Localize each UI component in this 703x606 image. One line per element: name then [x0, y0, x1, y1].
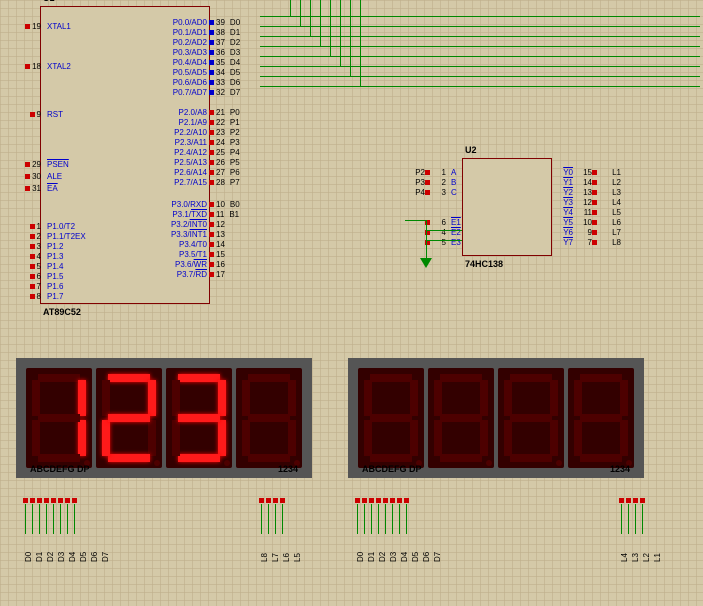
disp-pin-D1: D1 — [367, 536, 376, 562]
u1-pin-25: 25 P4 — [209, 147, 289, 157]
disp-pin-D5: D5 — [411, 536, 420, 562]
seven-seg-digit — [96, 368, 162, 468]
u1-pin-13: 13 — [209, 229, 289, 239]
disp-pin-L5: L5 — [293, 536, 302, 562]
disp-pin-D3: D3 — [389, 536, 398, 562]
seven-seg-digit — [428, 368, 494, 468]
u1-pin-P1.1/T2EX: 2 — [0, 231, 41, 241]
seven-seg-digit — [358, 368, 424, 468]
disp-pin-L2: L2 — [642, 536, 651, 562]
u1-pin-P1.6: 7 — [0, 281, 41, 291]
u1-pin-ALE: 30 — [0, 171, 41, 181]
u1-chip: U1 AT89C52 19XTAL118XTAL29RST29PSEN30ALE… — [40, 6, 210, 304]
u1-pin-21: 21 P0 — [209, 107, 289, 117]
u1-pin-P1.3: 4 — [0, 251, 41, 261]
u1-pin-34: 34 D5 — [209, 67, 289, 77]
disp-pin-D5: D5 — [79, 536, 88, 562]
u1-ref: U1 — [43, 0, 55, 3]
disp-pin-L8: L8 — [260, 536, 269, 562]
ground-symbol — [420, 258, 432, 268]
disp-pin-L7: L7 — [271, 536, 280, 562]
u1-pin-23: 23 P2 — [209, 127, 289, 137]
disp-pin-D7: D7 — [101, 536, 110, 562]
u1-pin-15: 15 — [209, 249, 289, 259]
u1-pin-26: 26 P5 — [209, 157, 289, 167]
u1-pin-33: 33 D6 — [209, 77, 289, 87]
disp-pin-D4: D4 — [68, 536, 77, 562]
u1-pin-P1.4: 5 — [0, 261, 41, 271]
u1-pin-P1.2: 3 — [0, 241, 41, 251]
disp-pin-D0: D0 — [24, 536, 33, 562]
u1-pin-38: 38 D1 — [209, 27, 289, 37]
u1-pin-RST: 9 — [0, 109, 41, 119]
seg-label-left: ABCDEFG DP — [30, 464, 90, 474]
seven-seg-digit — [498, 368, 564, 468]
dig-label-left: 1234 — [278, 464, 298, 474]
u1-pin-36: 36 D3 — [209, 47, 289, 57]
u1-pin-P1.0/T2: 1 — [0, 221, 41, 231]
u1-pin-35: 35 D4 — [209, 57, 289, 67]
disp-pin-L3: L3 — [631, 536, 640, 562]
u1-pin-XTAL2: 18 — [0, 61, 41, 71]
u1-pin-11: 11 B1 — [209, 209, 289, 219]
u1-pin-PSEN: 29 — [0, 159, 41, 169]
seven-seg-digit — [568, 368, 634, 468]
disp-pin-D6: D6 — [422, 536, 431, 562]
u1-pin-27: 27 P6 — [209, 167, 289, 177]
seven-seg-digit — [166, 368, 232, 468]
disp-pin-D7: D7 — [433, 536, 442, 562]
u1-pin-P1.5: 6 — [0, 271, 41, 281]
seven-seg-digit — [236, 368, 302, 468]
seven-seg-digit — [26, 368, 92, 468]
u1-pin-EA: 31 — [0, 183, 41, 193]
disp-pin-L1: L1 — [653, 536, 662, 562]
disp-pin-D2: D2 — [378, 536, 387, 562]
u1-pin-32: 32 D7 — [209, 87, 289, 97]
display-left: ABCDEFG DP 1234 — [16, 358, 312, 478]
u1-pin-P1.7: 8 — [0, 291, 41, 301]
u1-pin-37: 37 D2 — [209, 37, 289, 47]
disp-pin-L6: L6 — [282, 536, 291, 562]
disp-pin-D2: D2 — [46, 536, 55, 562]
u2-ref: U2 — [465, 145, 477, 155]
u2-chip: U2 74HC138 P21 AP32 BP43 C6 E14 E25 E3 Y… — [462, 158, 552, 256]
u1-part: AT89C52 — [43, 307, 81, 317]
u2-part: 74HC138 — [465, 259, 503, 269]
seg-label-right: ABCDEFG DP — [362, 464, 422, 474]
disp-pin-L4: L4 — [620, 536, 629, 562]
u1-pin-17: 17 — [209, 269, 289, 279]
disp-pin-D4: D4 — [400, 536, 409, 562]
dig-label-right: 1234 — [610, 464, 630, 474]
u1-pin-39: 39 D0 — [209, 17, 289, 27]
u1-pin-12: 12 — [209, 219, 289, 229]
u1-pin-28: 28 P7 — [209, 177, 289, 187]
u1-pin-16: 16 — [209, 259, 289, 269]
display-right: ABCDEFG DP 1234 — [348, 358, 644, 478]
u1-pin-XTAL1: 19 — [0, 21, 41, 31]
disp-pin-D1: D1 — [35, 536, 44, 562]
u1-pin-22: 22 P1 — [209, 117, 289, 127]
disp-pin-D0: D0 — [356, 536, 365, 562]
u1-pin-24: 24 P3 — [209, 137, 289, 147]
u1-pin-14: 14 — [209, 239, 289, 249]
u1-pin-10: 10 B0 — [209, 199, 289, 209]
disp-pin-D3: D3 — [57, 536, 66, 562]
disp-pin-D6: D6 — [90, 536, 99, 562]
